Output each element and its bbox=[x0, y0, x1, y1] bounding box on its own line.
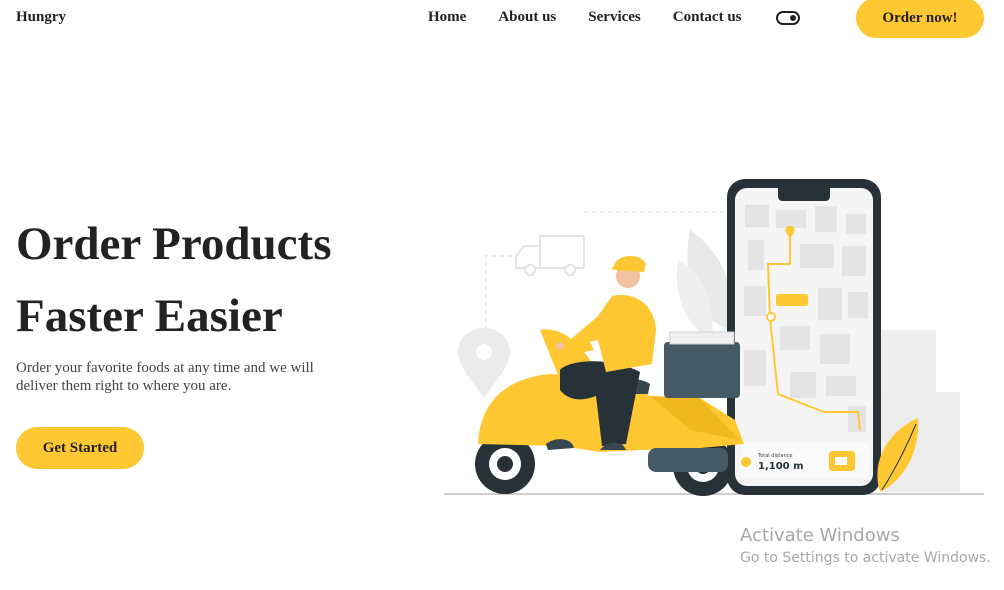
watermark-subtitle: Go to Settings to activate Windows. bbox=[740, 550, 991, 566]
nav-home[interactable]: Home bbox=[428, 9, 466, 26]
theme-toggle[interactable] bbox=[775, 11, 800, 25]
total-distance-label: Total distance bbox=[757, 453, 792, 459]
nav-services[interactable]: Services bbox=[588, 9, 640, 26]
phone-mockup: Total distance 1,100 m bbox=[727, 179, 881, 495]
brand-logo[interactable]: Hungry bbox=[16, 9, 66, 26]
hero-title-line-1: Order Products bbox=[16, 218, 332, 270]
distance-value: 1,100 m bbox=[758, 461, 804, 472]
nav-about-us[interactable]: About us bbox=[498, 9, 556, 26]
hero-subtitle: Order your favorite foods at any time an… bbox=[16, 360, 314, 394]
map-pin-icon bbox=[458, 328, 510, 398]
order-now-button[interactable]: Order now! bbox=[856, 0, 984, 38]
get-started-button[interactable]: Get Started bbox=[16, 427, 144, 469]
hero-title: Order Products Faster Easier bbox=[16, 208, 416, 352]
nav-contact-us[interactable]: Contact us bbox=[673, 9, 742, 26]
toggle-knob-icon bbox=[789, 15, 796, 21]
windows-activation-watermark: Activate Windows Go to Settings to activ… bbox=[740, 524, 991, 568]
watermark-title: Activate Windows bbox=[740, 525, 900, 546]
hero-title-line-2: Faster Easier bbox=[16, 290, 283, 342]
main-nav: Home About us Services Contact us bbox=[428, 9, 800, 26]
delivery-illustration: Total distance 1,100 m bbox=[444, 179, 984, 496]
truck-icon bbox=[515, 235, 585, 276]
